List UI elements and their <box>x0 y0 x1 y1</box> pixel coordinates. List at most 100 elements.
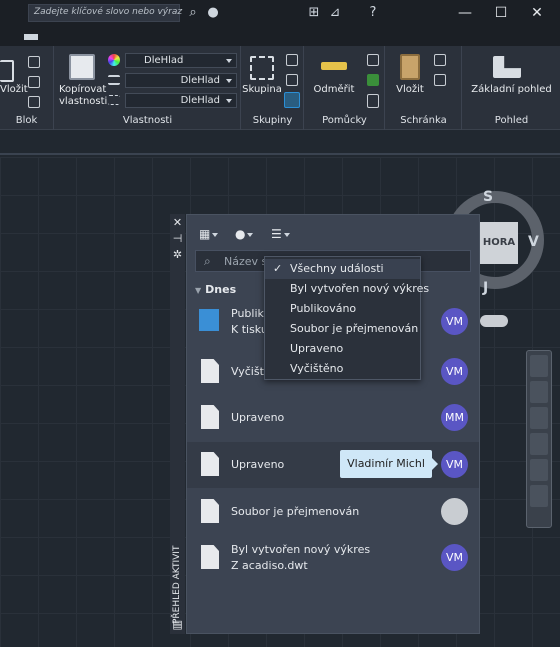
avatar[interactable]: VM <box>441 544 468 571</box>
menu-item-label: Vyčištěno <box>290 362 344 375</box>
measure-label: Odměřit <box>313 84 355 95</box>
menu-item-all-events[interactable]: ✓ Všechny události <box>265 259 420 279</box>
new-file-icon <box>201 545 219 569</box>
color-dropdown[interactable]: DleHlad <box>125 53 237 68</box>
menu-item-label: Publikováno <box>290 302 357 315</box>
viewcube-face[interactable]: HORA <box>480 222 518 264</box>
activity-row-renamed[interactable]: Soubor je přejmenován <box>187 489 479 535</box>
insert-label: Vložit <box>0 84 28 95</box>
close-icon[interactable]: ✕ <box>172 216 183 229</box>
share-icon[interactable]: ⊿ <box>326 3 344 23</box>
compass-east: V <box>528 234 539 250</box>
menu-item-renamed[interactable]: Soubor je přejmenován <box>265 319 420 339</box>
palette-title-strip[interactable]: ✕ ⊣ ✲ PŘEHLED AKTIVIT ▤ <box>170 214 185 634</box>
panel-title-vlastnosti[interactable]: Vlastnosti <box>55 114 240 128</box>
minimize-button[interactable]: — <box>454 3 476 23</box>
navigation-bar[interactable] <box>526 350 552 528</box>
menu-item-purged[interactable]: Vyčištěno <box>265 359 420 379</box>
measure-icon[interactable] <box>321 62 347 70</box>
user-filter-button[interactable]: ● <box>235 227 254 245</box>
section-today-label: Dnes <box>205 283 237 296</box>
linetype-dropdown[interactable]: DleHlad <box>125 93 237 108</box>
list-icon: ☰ <box>271 227 282 241</box>
search-icon[interactable]: ⌕ <box>184 3 202 23</box>
properties-icon[interactable]: ✲ <box>172 248 183 261</box>
avatar[interactable]: MM <box>441 404 468 431</box>
panel-pomucky: Odměřit Pomůcky <box>305 46 385 130</box>
help-icon[interactable]: ? <box>364 3 382 23</box>
avatar[interactable]: VM <box>441 451 468 478</box>
avatar[interactable]: VM <box>441 308 468 335</box>
zoom-icon[interactable] <box>530 407 548 429</box>
match-properties-icon[interactable] <box>69 54 95 80</box>
attribute-icon[interactable] <box>28 96 40 108</box>
menu-item-published[interactable]: Publikováno <box>265 299 420 319</box>
navbar-menu-icon[interactable] <box>530 485 548 507</box>
event-filter-button[interactable]: ☰ <box>271 227 290 245</box>
pan-icon[interactable] <box>530 381 548 403</box>
group-label: Skupina <box>242 84 282 95</box>
ungroup-icon[interactable] <box>286 54 298 66</box>
activity-title: Soubor je přejmenován <box>231 505 360 518</box>
ribbon-minimize-icon[interactable] <box>24 34 38 40</box>
lineweight-dropdown[interactable]: DleHlad <box>125 73 237 88</box>
menu-item-edited[interactable]: Upraveno <box>265 339 420 359</box>
group-icon[interactable] <box>250 56 274 80</box>
event-filter-menu: ✓ Všechny události Byl vytvořen nový výkr… <box>264 256 429 380</box>
search-placeholder: Zadejte klíčové slovo nebo výraz <box>34 7 183 17</box>
paste-label: Vložit <box>396 84 424 95</box>
check-icon: ✓ <box>273 262 283 275</box>
autohide-icon[interactable]: ⊣ <box>172 232 183 245</box>
create-block-icon[interactable] <box>28 56 40 68</box>
panel-title-skupiny[interactable]: Skupiny <box>242 114 303 128</box>
activity-row-new-drawing[interactable]: Byl vytvořen nový výkres Z acadiso.dwt V… <box>187 535 479 581</box>
showmotion-icon[interactable] <box>530 459 548 481</box>
group-select-icon[interactable] <box>284 92 300 108</box>
menu-item-label: Byl vytvořen nový výkres <box>290 282 430 295</box>
maximize-button[interactable]: ☐ <box>490 3 512 23</box>
paste-icon[interactable] <box>400 54 420 80</box>
cart-icon[interactable]: ⊞ <box>306 3 322 23</box>
orbit-icon[interactable] <box>530 433 548 455</box>
color-wheel-icon <box>108 54 120 66</box>
activity-title: Upraveno <box>231 411 285 424</box>
panel-skupiny: Skupina Skupiny <box>242 46 304 130</box>
linetype-icon <box>108 95 120 105</box>
edit-block-icon[interactable] <box>28 76 40 88</box>
calendar-filter-button[interactable]: ▦ <box>199 227 219 245</box>
panel-vlastnosti: Kopírovat vlastnosti DleHlad DleHlad Dle… <box>55 46 241 130</box>
activity-row-edited[interactable]: Upraveno MM <box>187 395 479 441</box>
insert-block-icon[interactable] <box>0 60 14 82</box>
default-avatar-icon[interactable] <box>441 498 468 525</box>
section-today[interactable]: ▼ Dnes <box>195 283 236 296</box>
panel-title-pohled[interactable]: Pohled <box>463 114 560 128</box>
copy-icon[interactable] <box>434 74 446 86</box>
calculator-icon[interactable] <box>367 94 379 108</box>
menu-item-new-drawing[interactable]: Byl vytvořen nový výkres <box>265 279 429 299</box>
activity-title: Upraveno <box>231 458 285 471</box>
calendar-icon: ▦ <box>199 227 211 241</box>
avatar[interactable]: VM <box>441 358 468 385</box>
group-edit-icon[interactable] <box>286 74 298 86</box>
base-view-icon[interactable] <box>493 56 521 78</box>
user-icon[interactable]: ● <box>204 3 222 23</box>
person-icon: ● <box>235 227 246 241</box>
id-point-icon[interactable] <box>367 54 379 66</box>
activity-detail: K tisku <box>231 323 268 336</box>
title-bar: Zadejte klíčové slovo nebo výraz ⌕ ● ⊞ ⊿… <box>0 0 560 26</box>
linetype-value: DleHlad <box>180 95 220 106</box>
panel-blok: Vložit Blok <box>0 46 54 130</box>
copy-properties-label: Kopírovat <box>59 84 107 95</box>
search-input[interactable]: Zadejte klíčové slovo nebo výraz <box>28 4 183 22</box>
select-all-icon[interactable] <box>367 74 379 86</box>
compass-north: S <box>483 189 494 205</box>
cut-icon[interactable] <box>434 54 446 66</box>
panel-title-schranka[interactable]: Schránka <box>386 114 461 128</box>
panel-title-pomucky[interactable]: Pomůcky <box>305 114 384 128</box>
steering-wheel-icon[interactable] <box>530 355 548 377</box>
activity-title: Byl vytvořen nový výkres <box>231 543 371 556</box>
panel-title-blok[interactable]: Blok <box>0 114 53 128</box>
close-window-button[interactable]: ✕ <box>526 3 548 23</box>
palette-vertical-title: PŘEHLED AKTIVIT <box>172 545 182 624</box>
wcs-menu[interactable] <box>480 315 508 327</box>
